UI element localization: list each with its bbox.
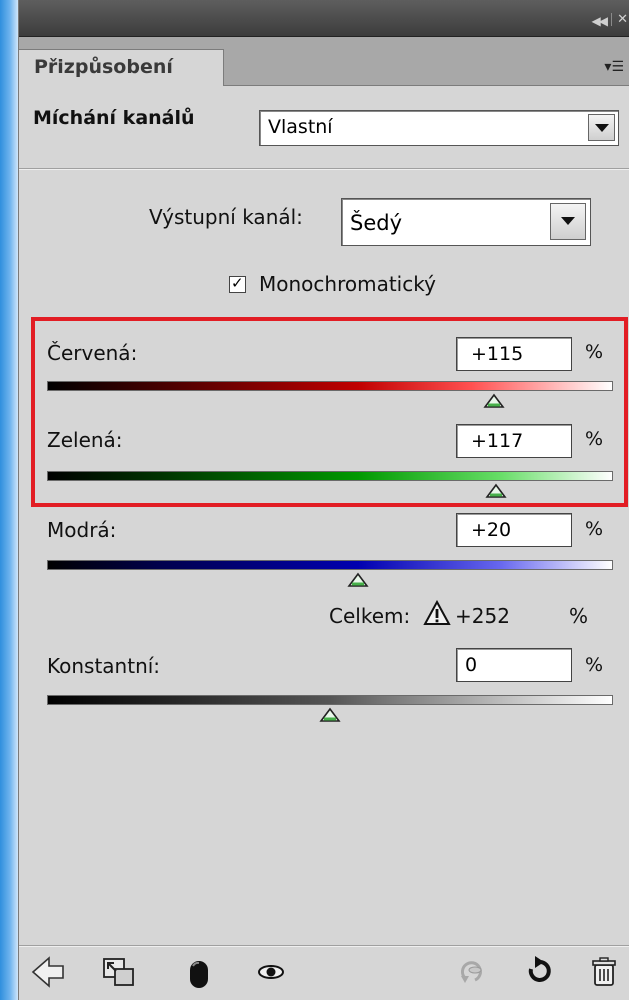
output-channel-dropdown[interactable]: Šedý <box>341 198 591 246</box>
tab-label: Přizpůsobení <box>34 56 173 78</box>
output-channel-dropdown-button[interactable] <box>550 203 586 240</box>
chevron-down-icon <box>595 124 609 132</box>
green-slider-thumb[interactable] <box>485 483 507 499</box>
preset-dropdown[interactable]: Vlastní <box>259 110 619 146</box>
double-chevron-left-icon[interactable]: ◀◀ <box>592 14 609 28</box>
close-icon[interactable]: ✕ <box>617 12 628 27</box>
blue-slider-thumb[interactable] <box>347 572 369 588</box>
panel-title-bar[interactable]: ◀◀ ✕ <box>19 0 629 37</box>
red-channel-input[interactable]: +115 <box>456 337 572 371</box>
blue-percent-sign: % <box>585 518 604 540</box>
layer-mask-icon[interactable] <box>179 952 219 992</box>
green-channel-input[interactable]: +117 <box>456 424 572 458</box>
red-percent-sign: % <box>585 341 604 363</box>
reset-icon[interactable] <box>519 952 559 992</box>
blue-channel-label: Modrá: <box>47 518 117 542</box>
checkmark-icon: ✓ <box>231 274 244 292</box>
blue-channel-input[interactable]: +20 <box>456 513 572 547</box>
constant-input[interactable]: 0 <box>456 648 572 682</box>
constant-percent-sign: % <box>585 654 604 676</box>
preset-label: Míchání kanálů <box>33 107 195 129</box>
total-value: +252 <box>455 604 510 628</box>
blue-channel-slider[interactable] <box>47 560 613 570</box>
green-channel-slider[interactable] <box>47 471 613 481</box>
green-channel-label: Zelená: <box>47 428 123 452</box>
constant-value: 0 <box>465 654 478 676</box>
clip-to-layer-icon[interactable] <box>99 952 139 992</box>
back-arrow-icon[interactable] <box>29 952 69 992</box>
green-channel-value: +117 <box>471 430 524 452</box>
red-channel-slider[interactable] <box>47 381 613 391</box>
visibility-eye-icon[interactable] <box>251 952 291 992</box>
adjustments-panel: ◀◀ ✕ Přizpůsobení ▾☰ Míchání kanálů Vlas… <box>18 0 629 1000</box>
chevron-down-icon <box>561 217 575 225</box>
title-bar-separator <box>611 13 612 26</box>
tab-bar: Přizpůsobení ▾☰ <box>19 37 629 86</box>
constant-slider[interactable] <box>47 695 613 705</box>
monochrome-checkbox[interactable]: ✓ <box>229 274 246 293</box>
total-label: Celkem: <box>329 604 411 628</box>
view-previous-state-icon[interactable] <box>451 952 491 992</box>
red-slider-thumb[interactable] <box>483 393 505 409</box>
output-channel-value: Šedý <box>350 211 403 235</box>
constant-slider-thumb[interactable] <box>319 707 341 723</box>
preset-value: Vlastní <box>268 116 333 138</box>
panel-menu-icon[interactable]: ▾☰ <box>604 59 624 75</box>
divider <box>19 168 629 170</box>
red-channel-value: +115 <box>471 343 524 365</box>
trash-icon[interactable] <box>584 952 624 992</box>
output-channel-label: Výstupní kanál: <box>149 205 303 229</box>
total-percent-sign: % <box>569 604 589 628</box>
blue-channel-value: +20 <box>471 519 512 541</box>
warning-icon <box>423 600 451 625</box>
constant-label: Konstantní: <box>47 654 161 678</box>
preset-dropdown-button[interactable] <box>588 114 615 141</box>
green-percent-sign: % <box>585 428 604 450</box>
red-channel-label: Červená: <box>47 341 138 365</box>
divider <box>19 945 629 947</box>
monochrome-label[interactable]: Monochromatický <box>259 272 436 296</box>
tab-adjustments[interactable]: Přizpůsobení <box>19 49 224 86</box>
